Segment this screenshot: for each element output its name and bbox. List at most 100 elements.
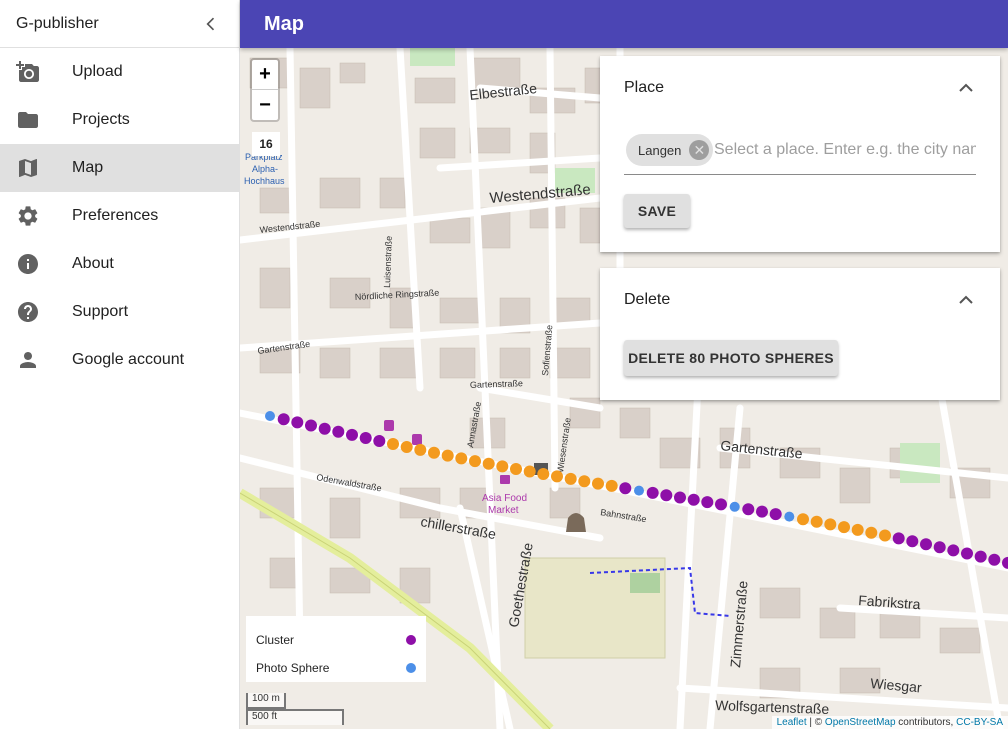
cluster-marker[interactable] <box>373 435 386 447</box>
app-bar: Map <box>240 0 1008 48</box>
cluster-marker[interactable] <box>974 550 987 563</box>
photo-sphere-marker[interactable] <box>784 511 795 522</box>
cluster-marker[interactable] <box>523 465 536 478</box>
sidebar-item-upload[interactable]: Upload <box>0 48 239 96</box>
sidebar-item-support[interactable]: Support <box>0 288 239 336</box>
cluster-marker[interactable] <box>551 470 563 483</box>
place-chip: Langen ✕ <box>626 134 714 166</box>
sidebar-item-label: Preferences <box>72 207 159 224</box>
place-chip-label: Langen <box>638 142 682 158</box>
place-search-input[interactable] <box>714 136 976 164</box>
sidebar: G-publisher Upload Projects Map Preferen… <box>0 0 240 729</box>
photo-sphere-marker[interactable] <box>634 485 644 496</box>
cluster-marker[interactable] <box>1002 556 1008 569</box>
cluster-marker[interactable] <box>564 472 577 485</box>
delete-photo-spheres-button[interactable]: DELETE 80 PHOTO SPHERES <box>624 340 838 376</box>
cluster-marker[interactable] <box>715 498 727 511</box>
cluster-marker[interactable] <box>605 479 618 492</box>
sidebar-item-preferences[interactable]: Preferences <box>0 192 239 240</box>
camera-add-icon <box>16 61 39 82</box>
cluster-marker[interactable] <box>496 460 509 473</box>
cluster-marker[interactable] <box>359 432 372 444</box>
legend-label: Cluster <box>256 633 295 647</box>
save-button[interactable]: SAVE <box>624 194 690 228</box>
help-icon <box>18 302 38 322</box>
zoom-in-button[interactable]: + <box>252 60 278 90</box>
cluster-marker[interactable] <box>810 515 823 528</box>
cluster-marker[interactable] <box>687 493 700 506</box>
cluster-marker[interactable] <box>879 529 891 542</box>
leaflet-link[interactable]: Leaflet <box>777 717 807 728</box>
cluster-marker[interactable] <box>865 526 878 539</box>
sidebar-item-label: Map <box>72 159 104 176</box>
cluster-marker[interactable] <box>947 544 960 557</box>
sidebar-item-google-account[interactable]: Google account <box>0 336 239 384</box>
scale-meters: 100 m <box>246 693 286 709</box>
cluster-marker[interactable] <box>742 503 755 516</box>
legend-row-cluster: Cluster <box>256 626 416 654</box>
gear-icon <box>18 206 38 226</box>
place-panel: Place Langen ✕ SAVE <box>600 56 1000 252</box>
cluster-marker[interactable] <box>646 486 659 499</box>
attribution-contributors: contributors, <box>895 717 957 728</box>
zoom-out-button[interactable]: − <box>252 90 278 120</box>
chevron-up-icon[interactable] <box>954 76 978 100</box>
osm-link[interactable]: OpenStreetMap <box>825 717 896 728</box>
cluster-marker[interactable] <box>400 441 413 453</box>
cluster-marker[interactable] <box>469 455 481 468</box>
legend-label: Photo Sphere <box>256 661 330 675</box>
license-link[interactable]: CC-BY-SA <box>956 717 1003 728</box>
cluster-marker[interactable] <box>592 477 604 490</box>
info-icon <box>18 254 38 274</box>
page-title: Map <box>264 12 304 35</box>
input-underline <box>624 174 976 175</box>
cluster-marker[interactable] <box>961 547 973 560</box>
map-scale: 100 m 500 ft <box>246 693 344 725</box>
delete-panel: Delete DELETE 80 PHOTO SPHERES <box>600 268 1000 400</box>
sidebar-item-map[interactable]: Map <box>0 144 239 192</box>
sidebar-item-label: About <box>72 255 114 272</box>
scale-feet: 500 ft <box>246 709 344 725</box>
photo-sphere-marker[interactable] <box>265 411 275 421</box>
cluster-marker[interactable] <box>988 553 1001 566</box>
cluster-marker[interactable] <box>414 443 427 456</box>
cluster-marker[interactable] <box>332 425 345 438</box>
cluster-marker[interactable] <box>277 413 290 426</box>
cluster-marker[interactable] <box>920 538 932 551</box>
cluster-marker[interactable] <box>701 496 714 509</box>
cluster-marker[interactable] <box>291 416 304 429</box>
chevron-up-icon[interactable] <box>954 288 978 312</box>
cluster-marker[interactable] <box>906 535 919 548</box>
cluster-marker[interactable] <box>578 475 591 488</box>
cluster-marker[interactable] <box>892 532 905 545</box>
cluster-marker[interactable] <box>838 521 850 534</box>
cluster-marker[interactable] <box>933 541 946 554</box>
sidebar-item-projects[interactable]: Projects <box>0 96 239 144</box>
sidebar-item-label: Upload <box>72 63 123 80</box>
cluster-marker[interactable] <box>441 449 454 462</box>
photo-sphere-marker[interactable] <box>729 501 740 512</box>
cluster-marker[interactable] <box>387 438 399 450</box>
cluster-marker[interactable] <box>510 463 522 475</box>
cluster-marker[interactable] <box>851 523 864 536</box>
cluster-marker[interactable] <box>619 482 632 495</box>
cluster-marker[interactable] <box>455 452 468 465</box>
sidebar-item-about[interactable]: About <box>0 240 239 288</box>
cluster-marker[interactable] <box>428 446 440 459</box>
cluster-marker[interactable] <box>537 468 550 480</box>
cluster-marker[interactable] <box>346 428 358 441</box>
chevron-left-icon[interactable] <box>201 14 221 34</box>
cluster-marker[interactable] <box>824 518 837 531</box>
cluster-marker[interactable] <box>318 422 331 435</box>
cluster-marker[interactable] <box>305 419 317 432</box>
chip-remove-icon[interactable]: ✕ <box>689 140 710 160</box>
cluster-marker[interactable] <box>756 505 768 518</box>
cluster-marker[interactable] <box>482 457 495 470</box>
map-icon <box>19 159 37 177</box>
map-legend: Cluster Photo Sphere <box>246 616 426 682</box>
cluster-marker[interactable] <box>660 489 673 502</box>
cluster-marker[interactable] <box>769 508 782 521</box>
cluster-dot-icon <box>406 635 416 645</box>
cluster-marker[interactable] <box>797 513 809 526</box>
cluster-marker[interactable] <box>674 491 686 504</box>
